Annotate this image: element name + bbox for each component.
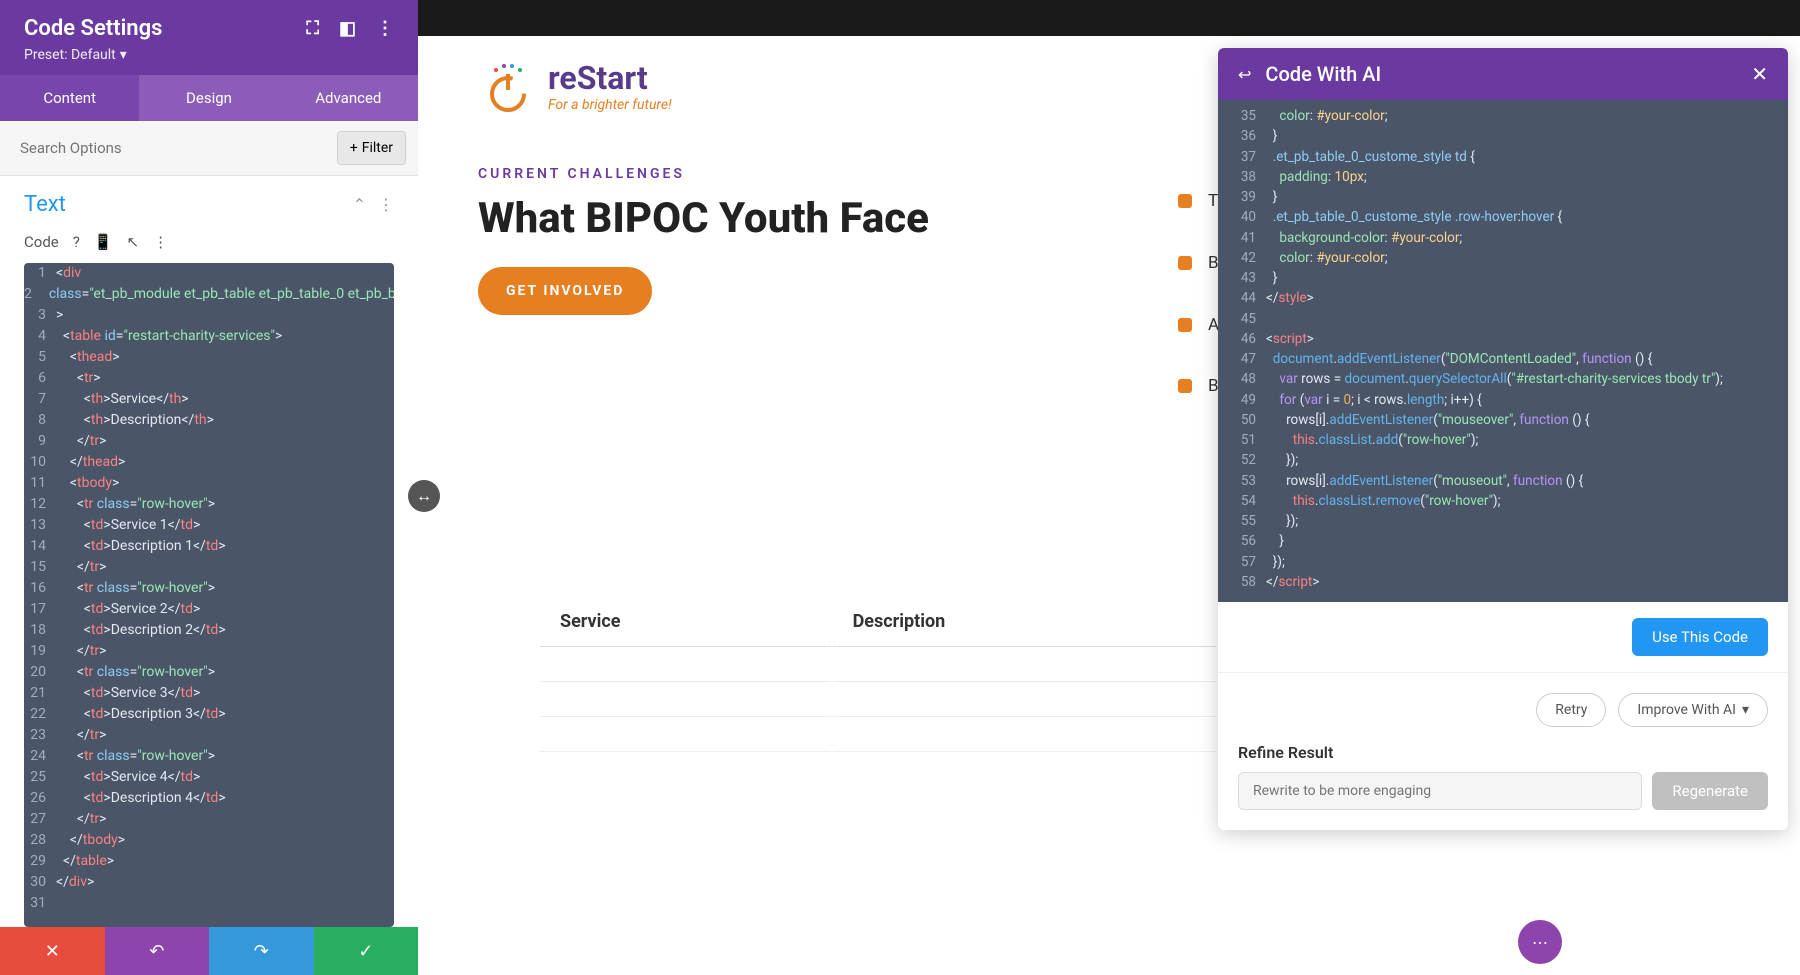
- logo-text: reStart: [548, 59, 672, 97]
- tab-design[interactable]: Design: [139, 75, 278, 121]
- plus-icon: +: [350, 140, 358, 156]
- table-row[interactable]: [540, 649, 1216, 682]
- save-button[interactable]: ✓: [314, 927, 419, 975]
- get-involved-button[interactable]: GET INVOLVED: [478, 267, 652, 315]
- more-icon[interactable]: ⋮: [378, 195, 394, 214]
- bullet-icon: [1178, 256, 1192, 270]
- improve-with-ai-button[interactable]: Improve With AI▾: [1618, 693, 1768, 727]
- ai-panel-header: ↩ Code With AI ✕: [1218, 48, 1788, 100]
- search-input[interactable]: [12, 131, 329, 165]
- refine-label: Refine Result: [1218, 743, 1788, 772]
- section-title: Text: [24, 192, 66, 217]
- columns-icon[interactable]: ◧: [339, 18, 356, 39]
- logo-tagline: For a brighter future!: [548, 97, 672, 113]
- tab-advanced[interactable]: Advanced: [279, 75, 418, 121]
- retry-button[interactable]: Retry: [1536, 693, 1606, 727]
- tabs: Content Design Advanced: [0, 75, 418, 121]
- redo-button[interactable]: ↷: [209, 927, 314, 975]
- logo-icon: [478, 56, 538, 116]
- preset-dropdown[interactable]: Preset: Default ▾: [24, 47, 394, 63]
- ai-panel-title: Code With AI: [1265, 62, 1381, 86]
- resize-handle[interactable]: ↔: [408, 480, 440, 512]
- cursor-icon[interactable]: ↖: [127, 233, 140, 251]
- logo[interactable]: reStart For a brighter future!: [478, 56, 672, 116]
- mobile-icon[interactable]: 📱: [94, 233, 113, 251]
- sidebar-header: Code Settings ⛶ ◧ ⋮ Preset: Default ▾: [0, 0, 418, 75]
- code-editor[interactable]: 1<div2 class="et_pb_module et_pb_table e…: [24, 263, 394, 927]
- chevron-up-icon[interactable]: ⌃: [353, 195, 366, 214]
- table-header-description: Description: [833, 597, 1216, 647]
- preview-table: Service Description: [538, 595, 1218, 754]
- chevron-down-icon: ▾: [1742, 702, 1749, 718]
- bullet-icon: [1178, 379, 1192, 393]
- chevron-down-icon: ▾: [120, 47, 127, 63]
- table-row[interactable]: [540, 719, 1216, 752]
- table-header-service: Service: [540, 597, 831, 647]
- settings-sidebar: Code Settings ⛶ ◧ ⋮ Preset: Default ▾ Co…: [0, 0, 418, 975]
- bullet-icon: [1178, 318, 1192, 332]
- code-label-row: Code ? 📱 ↖ ⋮: [0, 225, 418, 259]
- table-row[interactable]: [540, 684, 1216, 717]
- code-label: Code: [24, 233, 59, 251]
- undo-button[interactable]: ↶: [105, 927, 210, 975]
- bullet-icon: [1178, 194, 1192, 208]
- use-this-code-button[interactable]: Use This Code: [1632, 618, 1768, 656]
- bottom-bar: ✕ ↶ ↷ ✓: [0, 927, 418, 975]
- filter-button[interactable]: + Filter: [337, 131, 406, 165]
- sidebar-title: Code Settings: [24, 16, 162, 41]
- text-section-header[interactable]: Text ⌃ ⋮: [0, 176, 418, 225]
- top-bar: [418, 0, 1800, 36]
- search-row: + Filter: [0, 121, 418, 176]
- regenerate-button[interactable]: Regenerate: [1652, 772, 1768, 810]
- tab-content[interactable]: Content: [0, 75, 139, 121]
- ai-panel: ↩ Code With AI ✕ 35 color: #your-color;3…: [1218, 48, 1788, 830]
- cancel-button[interactable]: ✕: [0, 927, 105, 975]
- expand-icon[interactable]: ⛶: [306, 18, 319, 39]
- more-icon[interactable]: ⋮: [153, 233, 168, 251]
- close-icon[interactable]: ✕: [1751, 62, 1768, 86]
- back-icon[interactable]: ↩: [1238, 65, 1251, 84]
- more-icon[interactable]: ⋮: [376, 18, 394, 39]
- ai-code-output[interactable]: 35 color: #your-color;36 }37 .et_pb_tabl…: [1218, 100, 1788, 602]
- floating-action-button[interactable]: ⋯: [1518, 920, 1562, 964]
- refine-input[interactable]: [1238, 772, 1642, 810]
- help-icon[interactable]: ?: [73, 233, 80, 251]
